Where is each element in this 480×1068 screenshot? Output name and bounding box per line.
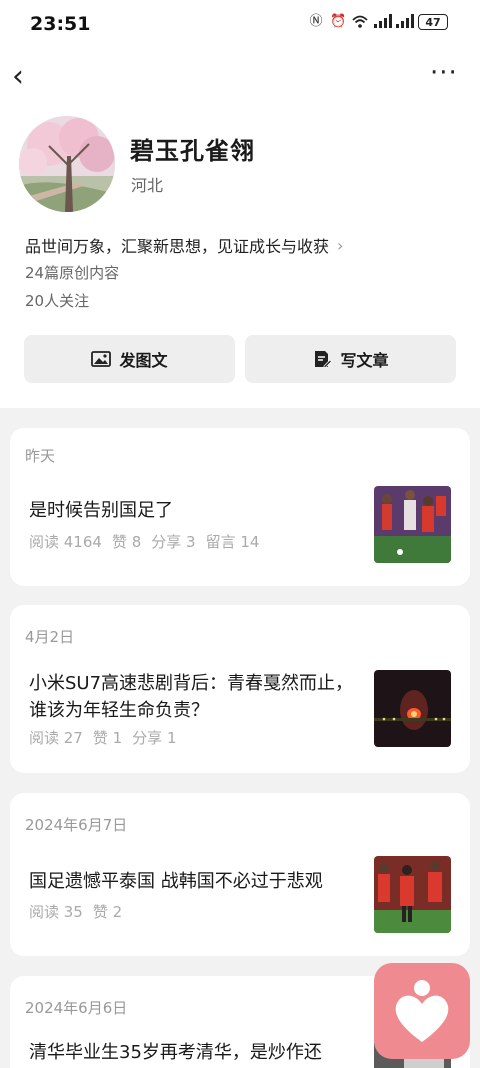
post-date: 昨天	[25, 447, 56, 465]
status-bar: 23:51 Ⓝ ⏰ 47	[0, 0, 480, 50]
avatar[interactable]	[19, 116, 115, 212]
meta-reads: 阅读 27	[29, 729, 83, 747]
meta-likes: 赞 8	[111, 533, 142, 551]
meta-reads: 阅读 35	[29, 903, 83, 921]
post-card[interactable]: 昨天 是时候告别国足了 阅读 4164 赞 8 分享 3 留言 14	[10, 428, 470, 586]
edit-document-icon	[315, 351, 333, 368]
post-image-label: 发图文	[119, 351, 168, 370]
wifi-icon	[352, 14, 368, 30]
post-thumbnail[interactable]	[374, 670, 451, 747]
meta-reads: 阅读 4164	[29, 533, 102, 551]
profile-region: 河北	[131, 176, 164, 195]
articles-count[interactable]: 24篇原创内容	[25, 262, 119, 283]
post-title[interactable]: 是时候告别国足了	[29, 497, 359, 524]
alarm-icon: ⏰	[330, 14, 347, 29]
meta-comments: 留言 14	[205, 533, 260, 551]
write-article-button[interactable]: 写文章	[245, 335, 456, 383]
status-icons: Ⓝ ⏰ 47	[308, 14, 448, 30]
meta-likes: 赞 2	[92, 903, 123, 921]
post-date: 2024年6月7日	[25, 816, 128, 834]
followers-count[interactable]: 20人关注	[25, 290, 89, 311]
signal-icon	[396, 14, 414, 30]
write-article-label: 写文章	[340, 351, 389, 370]
post-meta: 阅读 4164 赞 8 分享 3 留言 14	[29, 531, 259, 552]
post-title[interactable]: 国足遗憾平泰国 战韩国不必过于悲观	[29, 868, 359, 895]
battery-indicator: 47	[418, 14, 448, 30]
post-card[interactable]: 4月2日 小米SU7高速悲剧背后：青春戛然而止，谁该为年轻生命负责？ 阅读 27…	[10, 605, 470, 773]
post-date: 2024年6月6日	[25, 999, 128, 1017]
meta-shares: 分享 1	[132, 729, 177, 747]
bio-text: 品世间万象，汇聚新思想，见证成长与收获	[25, 237, 330, 256]
post-title[interactable]: 清华毕业生35岁再考清华，是炒作还	[29, 1039, 389, 1066]
back-arrow-icon[interactable]: ‹	[12, 60, 42, 96]
signal-icon	[374, 14, 392, 30]
post-title[interactable]: 小米SU7高速悲剧背后：青春戛然而止，谁该为年轻生命负责？	[29, 670, 359, 724]
profile-name: 碧玉孔雀翎	[130, 137, 255, 165]
post-meta: 阅读 27 赞 1 分享 1	[29, 727, 176, 748]
post-thumbnail[interactable]	[374, 486, 451, 563]
more-icon[interactable]: ···	[430, 58, 460, 94]
post-date: 4月2日	[25, 628, 75, 646]
nfc-icon: Ⓝ	[309, 14, 323, 29]
image-icon	[91, 351, 112, 367]
heart-person-icon	[395, 980, 449, 1042]
chevron-right-icon: ›	[337, 235, 344, 255]
meta-shares: 分享 3	[151, 533, 196, 551]
post-image-button[interactable]: 发图文	[24, 335, 235, 383]
top-nav: ‹ ···	[0, 58, 480, 98]
post-thumbnail[interactable]	[374, 856, 451, 933]
meta-likes: 赞 1	[92, 729, 123, 747]
profile-bio[interactable]: 品世间万象，汇聚新思想，见证成长与收获 ›	[25, 233, 343, 257]
post-meta: 阅读 35 赞 2	[29, 901, 122, 922]
post-card[interactable]: 2024年6月7日 国足遗憾平泰国 战韩国不必过于悲观 阅读 35 赞 2	[10, 793, 470, 956]
status-time: 23:51	[30, 13, 91, 35]
profile-header: 23:51 Ⓝ ⏰ 47 ‹ ··· 碧玉孔雀翎 河北 品世间万象，汇聚新思想，…	[0, 0, 480, 408]
heart-fab-button[interactable]	[374, 963, 470, 1059]
